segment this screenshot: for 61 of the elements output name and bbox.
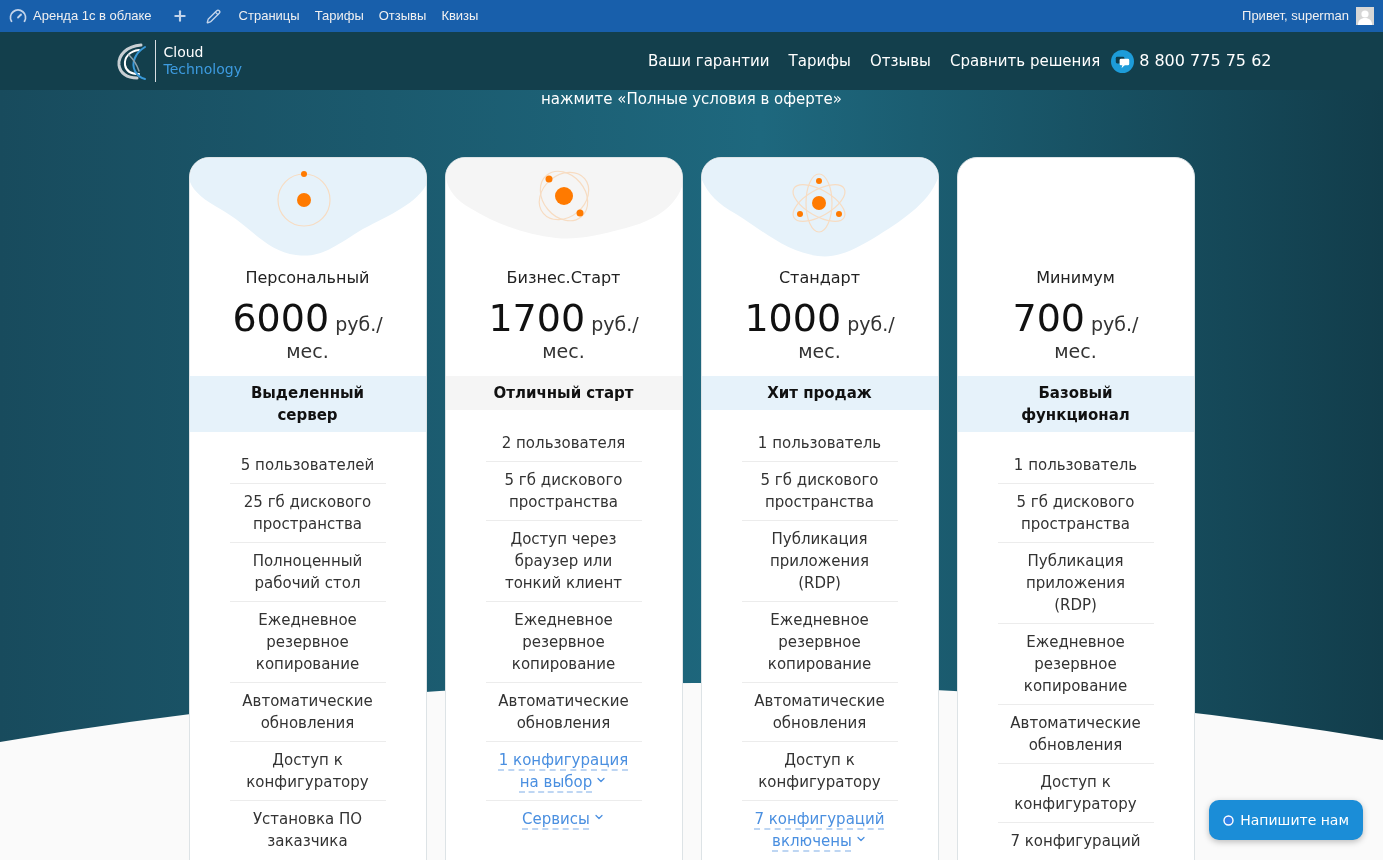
feature-item: Доступ к конфигуратору	[997, 764, 1154, 823]
feature-item: Доступ к конфигуратору	[741, 742, 898, 801]
plan-tag: Отличный старт	[445, 376, 682, 410]
admin-menu-link[interactable]: Страницы	[238, 6, 300, 26]
plan-price: 6000 руб./ мес.	[231, 305, 384, 364]
feature-item: 2 пользователя	[485, 425, 642, 462]
admin-menu-link[interactable]: Отзывы	[378, 6, 427, 26]
dropdown-link[interactable]: 1 конфигурация на выбор	[491, 749, 636, 793]
feature-item: Полноценный рабочий стол	[229, 543, 386, 602]
admin-menu-link[interactable]: Тарифы	[314, 6, 364, 26]
dashboard-icon[interactable]	[9, 7, 27, 25]
account-link[interactable]: Привет, superman	[1242, 6, 1349, 26]
logo-title[interactable]: Cloud	[163, 44, 242, 61]
nav-link[interactable]: Отзывы	[869, 49, 931, 73]
circle-icon	[1223, 814, 1235, 826]
plan-price: 1000 руб./ мес.	[743, 305, 896, 364]
feature-item: Автоматические обновления	[997, 705, 1154, 764]
plan-tag: Выделенный сервер	[189, 376, 426, 432]
feature-item: 1 пользователь	[741, 425, 898, 462]
feature-item: Автоматические обновления	[229, 683, 386, 742]
plan-name: Персональный	[244, 267, 371, 289]
feature-item: Ежедневное резервное копирование	[229, 602, 386, 683]
plan-price: 1700 руб./ мес.	[487, 305, 640, 364]
plan-name: Стандарт	[777, 267, 862, 289]
pencil-icon[interactable]	[205, 8, 221, 24]
feature-item: Установка ПО заказчика	[251, 809, 364, 852]
feature-item: 7 конфигураций	[1009, 831, 1142, 852]
feature-item: Доступ через браузер или тонкий клиент	[485, 521, 642, 602]
plan-tag: Базовый функционал	[957, 376, 1194, 432]
logo-icon	[114, 41, 147, 81]
chat-bubble-icon[interactable]	[1111, 49, 1135, 73]
feature-item: Ежедневное резервное копирование	[485, 602, 642, 683]
feature-item: 5 гб дискового пространства	[997, 484, 1154, 543]
feature-item: 25 гб дискового пространства	[229, 484, 386, 543]
admin-menu-link[interactable]: Квизы	[441, 6, 479, 26]
plus-icon[interactable]	[171, 8, 188, 24]
nav-link[interactable]: Сравнить решения	[949, 49, 1101, 73]
site-title-link[interactable]: Аренда 1с в облаке	[33, 6, 152, 26]
plan-tag: Хит продаж	[701, 376, 938, 410]
plan-name: Бизнес.Старт	[505, 267, 622, 289]
feature-item: Автоматические обновления	[741, 683, 898, 742]
dropdown-link[interactable]: 7 конфигураций включены	[747, 808, 892, 852]
feature-item: Публикация приложения (RDP)	[741, 521, 898, 602]
feature-item: Публикация приложения (RDP)	[997, 543, 1154, 624]
nav-link[interactable]: Тарифы	[788, 49, 851, 73]
phone-link[interactable]: 8 800 775 75 62	[1139, 49, 1272, 73]
plan-name: Минимум	[1035, 267, 1116, 289]
feature-item: Ежедневное резервное копирование	[741, 602, 898, 683]
feature-item: 5 гб дискового пространства	[741, 462, 898, 521]
feature-item: 5 гб дискового пространства	[485, 462, 642, 521]
feature-item: Автоматические обновления	[485, 683, 642, 742]
intro-text: нажмите «Полные условия в оферте»	[541, 91, 842, 107]
dropdown-link[interactable]: Сервисы	[522, 808, 605, 830]
feature-item: Доступ к конфигуратору	[229, 742, 386, 801]
logo-subtitle[interactable]: Technology	[163, 61, 242, 78]
feature-item: Ежедневное резервное копирование	[997, 624, 1154, 705]
plan-price: 700 руб./ мес.	[1011, 305, 1140, 364]
feature-item: 5 пользователей	[229, 447, 386, 484]
nav-link[interactable]: Ваши гарантии	[648, 49, 770, 73]
chat-button[interactable]: Напишите нам	[1209, 800, 1363, 840]
feature-item: 1 пользователь	[997, 447, 1154, 484]
